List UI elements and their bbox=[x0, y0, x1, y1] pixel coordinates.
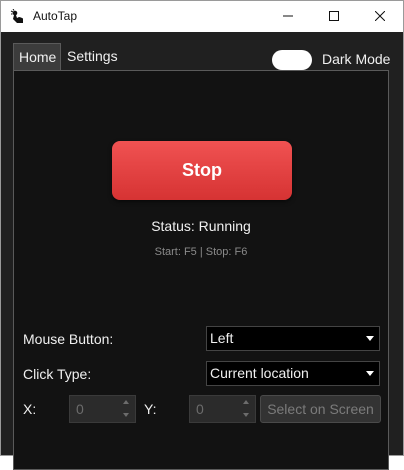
hotkeys-hint: Start: F5 | Stop: F6 bbox=[154, 246, 248, 258]
title-bar[interactable]: AutoTap bbox=[1, 1, 403, 32]
client-area: Home Settings Dark Mode Stop Status: Run… bbox=[1, 32, 403, 470]
dark-mode-label: Dark Mode bbox=[322, 51, 391, 67]
y-value: 0 bbox=[196, 401, 204, 417]
tab-home[interactable]: Home bbox=[13, 43, 61, 70]
minimize-button[interactable] bbox=[265, 1, 311, 32]
tab-settings[interactable]: Settings bbox=[62, 43, 126, 70]
minimize-icon bbox=[283, 8, 293, 26]
select-on-screen-button[interactable]: Select on Screen bbox=[260, 395, 381, 423]
dropdown-arrow-icon bbox=[366, 336, 374, 341]
app-window: AutoTap Home Settings Dark Mode Stop Sta… bbox=[0, 0, 404, 470]
mouse-button-label: Mouse Button: bbox=[23, 331, 114, 347]
x-decrement-icon[interactable] bbox=[119, 409, 133, 421]
dropdown-arrow-icon bbox=[366, 371, 374, 376]
y-decrement-icon[interactable] bbox=[239, 409, 253, 421]
mouse-button-select[interactable]: Left bbox=[206, 326, 380, 351]
x-value: 0 bbox=[76, 401, 84, 417]
close-button[interactable] bbox=[357, 1, 403, 32]
maximize-button[interactable] bbox=[311, 1, 357, 32]
mouse-button-value: Left bbox=[210, 330, 234, 346]
y-increment-icon[interactable] bbox=[239, 397, 253, 409]
hand-tap-icon bbox=[10, 8, 26, 25]
stop-button[interactable]: Stop bbox=[112, 141, 292, 200]
window-title: AutoTap bbox=[33, 9, 78, 23]
x-spinbox[interactable]: 0 bbox=[69, 395, 136, 423]
dark-mode-toggle[interactable] bbox=[272, 50, 312, 70]
status-text: Status: Running bbox=[151, 218, 251, 234]
x-label: X: bbox=[23, 401, 37, 417]
maximize-icon bbox=[329, 8, 339, 26]
click-type-select[interactable]: Current location bbox=[206, 361, 380, 386]
click-type-label: Click Type: bbox=[23, 366, 92, 382]
close-icon bbox=[374, 8, 386, 26]
y-label: Y: bbox=[144, 401, 157, 417]
y-spinbox[interactable]: 0 bbox=[189, 395, 256, 423]
x-increment-icon[interactable] bbox=[119, 397, 133, 409]
click-type-value: Current location bbox=[210, 365, 309, 381]
home-panel: Stop Status: Running Start: F5 | Stop: F… bbox=[13, 70, 389, 470]
